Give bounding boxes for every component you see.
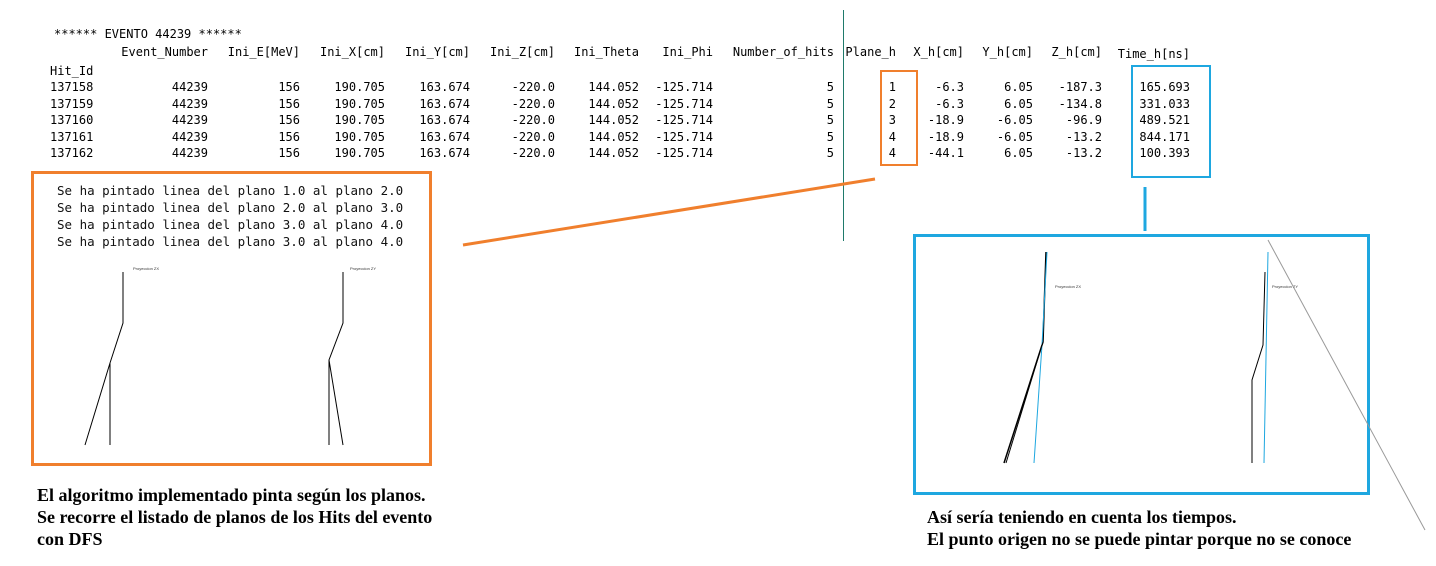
time-track-zx: [1003, 251, 1048, 464]
caption-line: con DFS: [37, 529, 103, 549]
caption-line: El algoritmo implementado pinta según lo…: [37, 485, 426, 505]
caption-left: El algoritmo implementado pinta según lo…: [37, 484, 432, 550]
caption-right: Así sería teniendo en cuenta los tiempos…: [927, 506, 1351, 550]
time-track-zy: [1251, 251, 1269, 464]
caption-line: El punto origen no se puede pintar porqu…: [927, 529, 1352, 549]
dfs-track-zx: [84, 272, 124, 446]
origin-diagonal-line: [1267, 239, 1426, 531]
caption-line: Así sería teniendo en cuenta los tiempos…: [927, 507, 1237, 527]
orange-connector-line: [462, 177, 876, 247]
dfs-track-zy: [328, 272, 344, 446]
annotation-graphics: [84, 177, 1426, 531]
caption-line: Se recorre el listado de planos de los H…: [37, 507, 433, 527]
